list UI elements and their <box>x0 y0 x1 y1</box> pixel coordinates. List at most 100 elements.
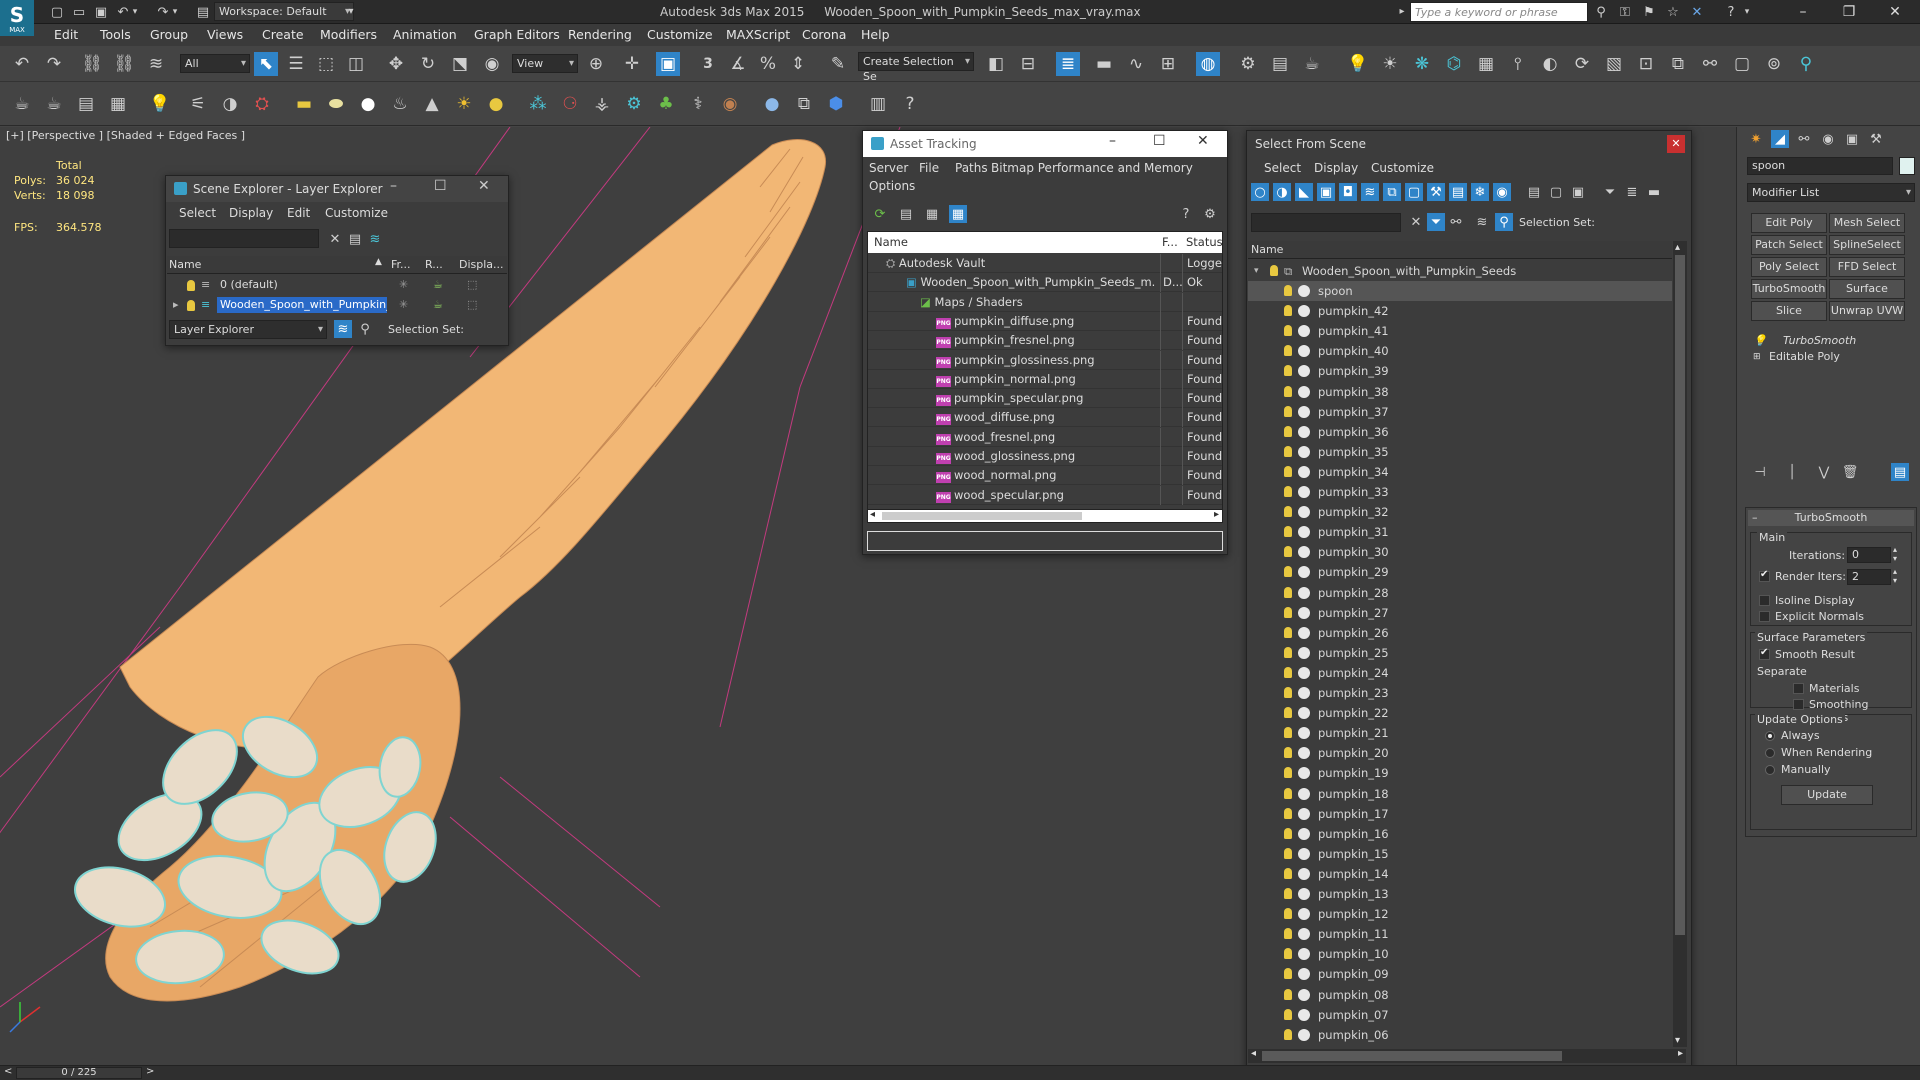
object-bulb-icon[interactable] <box>1284 486 1292 497</box>
mesh-select-button[interactable]: Mesh Select <box>1829 213 1905 233</box>
scene-object-row[interactable]: pumpkin_13 <box>1248 884 1672 904</box>
object-bulb-icon[interactable] <box>1284 787 1292 799</box>
at-hscroll[interactable]: ◂ ▸ <box>867 509 1223 523</box>
select-object-icon[interactable]: ⬉ <box>254 52 278 76</box>
asset-row[interactable]: PNG wood_normal.png Found <box>868 466 1222 486</box>
filter-shapes-icon[interactable]: ◑ <box>1273 183 1291 201</box>
render-iters-checkbox[interactable] <box>1759 569 1770 582</box>
exposure-icon[interactable]: ◐ <box>1538 52 1562 76</box>
helper-icon[interactable]: ⚶ <box>590 92 614 116</box>
scene-object-row[interactable]: pumpkin_11 <box>1248 924 1672 944</box>
help-dropdown-icon[interactable]: ▾ <box>1742 3 1752 21</box>
object-bulb-icon[interactable] <box>1284 747 1292 759</box>
sfs-col-name[interactable]: Name <box>1251 241 1283 259</box>
time-slider[interactable]: 0 / 225 <box>16 1067 142 1079</box>
layer-bulb-icon[interactable] <box>187 280 195 291</box>
render-setup-icon[interactable]: ⚙ <box>1236 52 1260 76</box>
render-region-icon[interactable]: ⧉ <box>1666 52 1690 76</box>
sfs-selection-set-icon[interactable]: ⚲ <box>1495 213 1513 231</box>
layer-manager-icon[interactable]: ≣ <box>1056 52 1080 76</box>
stack-item-editable-poly[interactable]: ⊞ Editable Poly <box>1747 349 1915 365</box>
patch-select-button[interactable]: Patch Select <box>1751 235 1827 255</box>
object-bulb-icon[interactable] <box>1284 767 1292 779</box>
scene-object-row[interactable]: pumpkin_12 <box>1248 904 1672 924</box>
scene-object-row[interactable]: pumpkin_16 <box>1248 824 1672 844</box>
manually-radio[interactable] <box>1765 765 1775 775</box>
se-menu-customize[interactable]: Customize <box>325 206 388 220</box>
percent-snap-icon[interactable]: % <box>756 52 780 76</box>
restore-icon[interactable]: ❐ <box>1826 0 1872 24</box>
rect-selection-icon[interactable]: ⬚ <box>314 52 338 76</box>
filter-cameras-icon[interactable]: ▣ <box>1317 183 1335 201</box>
maximize-panel-icon[interactable]: ☐ <box>434 178 447 194</box>
asset-row[interactable]: PNG pumpkin_fresnel.png Found <box>868 331 1222 351</box>
sfs-layers-icon[interactable]: ≋ <box>1473 213 1491 231</box>
sfs-find-icon[interactable]: ⏷ <box>1427 213 1445 231</box>
toggle-ribbon-icon[interactable]: ▬ <box>1092 52 1116 76</box>
se-clear-icon[interactable]: ✕ <box>326 230 344 248</box>
smooth-result-checkbox[interactable] <box>1759 647 1770 660</box>
se-row-default[interactable]: ≡ 0 (default) ✳ ☕ ⬚ <box>167 275 507 295</box>
menu-maxscript[interactable]: MAXScript <box>726 27 790 42</box>
scene-object-row[interactable]: pumpkin_25 <box>1248 643 1672 663</box>
close-panel-icon[interactable]: ✕ <box>1197 133 1209 149</box>
timeline-next-button[interactable]: > <box>146 1066 154 1077</box>
menu-help[interactable]: Help <box>861 27 890 42</box>
filter-frozen-icon[interactable]: ❄ <box>1471 183 1489 201</box>
sfs-scroll-up-icon[interactable]: ▴ <box>1675 242 1680 253</box>
menu-create[interactable]: Create <box>262 27 304 42</box>
isoline-checkbox[interactable] <box>1759 595 1770 606</box>
turbosmooth-button[interactable]: TurboSmooth <box>1751 279 1827 299</box>
object-bulb-icon[interactable] <box>1284 566 1292 578</box>
asset-row[interactable]: PNG pumpkin_diffuse.png Found <box>868 311 1222 331</box>
object-bulb-icon[interactable] <box>1284 626 1292 638</box>
se-col-render[interactable]: R... <box>425 258 443 271</box>
scene-object-row[interactable]: pumpkin_41 <box>1248 321 1672 341</box>
se-row-spoon[interactable]: ▸ ≡ Wooden_Spoon_with_Pumpkin_... ✳ ☕ ⬚ <box>167 295 507 315</box>
material-lib-icon[interactable]: ⬢ <box>824 92 848 116</box>
material-editor-icon[interactable]: ◍ <box>1196 52 1220 76</box>
scene-object-row[interactable]: pumpkin_28 <box>1248 583 1672 603</box>
sfs-options-icon[interactable]: ▬ <box>1645 183 1663 201</box>
root-bulb-icon[interactable] <box>1270 265 1278 276</box>
asset-row[interactable]: PNG pumpkin_glossiness.png Found <box>868 350 1222 370</box>
vfb-icon[interactable]: ▧ <box>1602 52 1626 76</box>
app-logo[interactable]: S MAX <box>0 0 34 36</box>
object-bulb-icon[interactable] <box>1284 948 1292 960</box>
menu-animation[interactable]: Animation <box>393 27 457 42</box>
minimize-icon[interactable]: – <box>1780 0 1826 24</box>
sfs-hscroll-left-icon[interactable]: ◂ <box>1251 1048 1256 1059</box>
maximize-panel-icon[interactable]: ☐ <box>1153 133 1166 149</box>
object-bulb-icon[interactable] <box>1284 285 1292 296</box>
menu-customize[interactable]: Customize <box>647 27 713 42</box>
object-bulb-icon[interactable] <box>1284 968 1292 980</box>
select-manipulate-icon[interactable]: ✛ <box>620 52 644 76</box>
show-end-result-icon[interactable]: │ <box>1783 463 1801 481</box>
scene-object-row[interactable]: pumpkin_18 <box>1248 784 1672 804</box>
sfs-scroll-down-icon[interactable]: ▾ <box>1675 1035 1680 1046</box>
always-radio[interactable] <box>1765 731 1775 741</box>
unlink-icon[interactable]: ⛓ <box>112 52 136 76</box>
open-file-icon[interactable]: ▭ <box>70 3 88 21</box>
at-col-f[interactable]: F... <box>1162 232 1178 253</box>
asset-row[interactable]: PNG wood_diffuse.png Found <box>868 408 1222 428</box>
remove-modifier-icon[interactable]: 🗑 <box>1841 463 1859 481</box>
iterations-spinner-arrows[interactable]: ▴ ▾ <box>1893 545 1897 563</box>
scene-object-row[interactable]: pumpkin_35 <box>1248 442 1672 462</box>
sfs-close-icon[interactable]: ✕ <box>1667 135 1685 153</box>
hair-icon[interactable]: ⚕ <box>686 92 710 116</box>
scene-object-row[interactable]: pumpkin_32 <box>1248 502 1672 522</box>
sfs-vscroll-thumb[interactable] <box>1675 255 1685 935</box>
object-bulb-icon[interactable] <box>1284 506 1292 518</box>
light-gear-icon[interactable]: 💡 <box>148 92 172 116</box>
asset-row[interactable]: PNG pumpkin_normal.png Found <box>868 369 1222 389</box>
object-bulb-icon[interactable] <box>1284 908 1292 920</box>
se-menu-display[interactable]: Display <box>229 206 273 220</box>
scene-object-row[interactable]: pumpkin_06 <box>1248 1025 1672 1045</box>
table-icon[interactable]: ▦ <box>106 92 130 116</box>
sfs-hscroll-right-icon[interactable]: ▸ <box>1678 1048 1683 1059</box>
object-bulb-icon[interactable] <box>1284 305 1292 317</box>
scene-object-row[interactable]: pumpkin_26 <box>1248 623 1672 643</box>
measure-icon[interactable]: ⫯ <box>1506 52 1530 76</box>
filter-spacewarps-icon[interactable]: ≋ <box>1361 183 1379 201</box>
